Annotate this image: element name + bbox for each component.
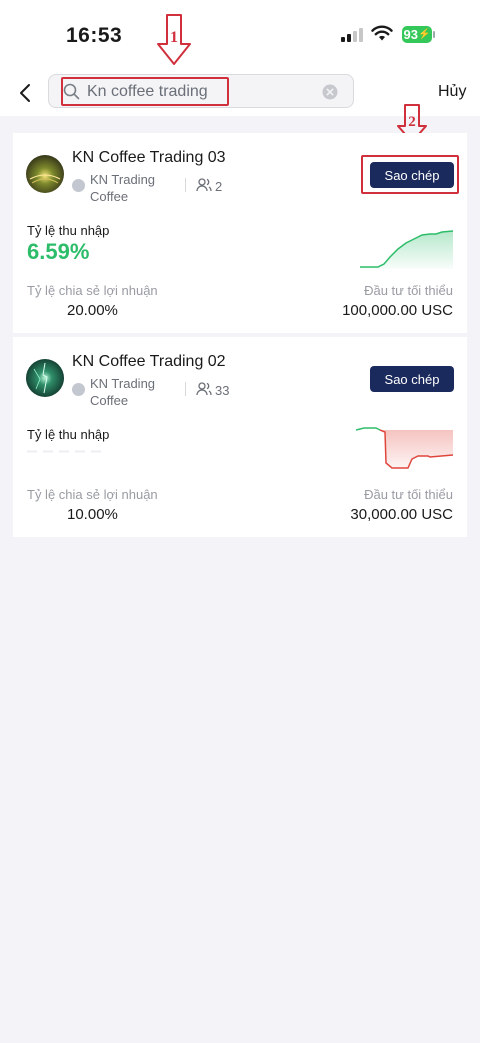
strategy-card[interactable]: KN Coffee Trading 02 KN Trading Coffee 3…: [13, 337, 467, 537]
strategy-title[interactable]: KN Coffee Trading 02: [72, 353, 226, 371]
profit-share-label: Tỷ lệ chia sẻ lợi nhuận: [27, 487, 158, 502]
search-input[interactable]: [87, 81, 307, 103]
clear-search-icon[interactable]: [322, 84, 338, 100]
battery-tip: [433, 31, 435, 38]
followers-icon: [196, 178, 212, 192]
owner-name: KN Trading Coffee: [90, 376, 156, 408]
search-box[interactable]: [48, 74, 354, 108]
wifi-icon: [371, 25, 393, 41]
strategy-title[interactable]: KN Coffee Trading 03: [72, 149, 226, 167]
followers-icon: [196, 382, 212, 396]
income-rate-value: 6.59%: [27, 239, 90, 264]
status-bar: 16:53 93 ⚡: [0, 0, 480, 70]
min-investment-label: Đầu tư tối thiểu: [364, 487, 453, 502]
battery-level: 93: [403, 27, 418, 42]
copy-button[interactable]: Sao chép: [370, 366, 454, 392]
min-investment-label: Đầu tư tối thiểu: [364, 283, 453, 298]
income-rate-placeholder: [27, 450, 102, 453]
profit-share-label: Tỷ lệ chia sẻ lợi nhuận: [27, 283, 158, 298]
performance-sparkline: [360, 230, 454, 269]
divider: [185, 178, 186, 192]
divider: [185, 382, 186, 396]
battery-icon: 93 ⚡: [402, 26, 432, 43]
user-avatar-icon: [72, 179, 85, 192]
signal-icon: [341, 28, 363, 42]
profit-share-value: 20.00%: [67, 302, 118, 319]
annotation-label-1: 1: [170, 29, 178, 46]
search-icon: [63, 83, 80, 100]
back-chevron-icon[interactable]: [14, 81, 38, 105]
annotation-label-2: 2: [408, 114, 416, 130]
min-investment-value: 100,000.00 USC: [342, 302, 453, 319]
status-time: 16:53: [66, 24, 123, 47]
performance-sparkline: [356, 427, 454, 469]
followers-count: 2: [215, 179, 223, 194]
income-rate-label: Tỷ lệ thu nhập: [27, 427, 110, 442]
strategy-avatar: [26, 359, 64, 397]
owner-name: KN Trading Coffee: [90, 172, 156, 204]
strategy-avatar: [26, 155, 64, 193]
cancel-button[interactable]: Hủy: [438, 83, 466, 101]
min-investment-value: 30,000.00 USC: [350, 506, 453, 523]
income-rate-label: Tỷ lệ thu nhập: [27, 223, 110, 238]
user-avatar-icon: [72, 383, 85, 396]
copy-button[interactable]: Sao chép: [370, 162, 454, 188]
strategy-card[interactable]: KN Coffee Trading 03 KN Trading Coffee 2…: [13, 133, 467, 333]
profit-share-value: 10.00%: [67, 506, 118, 523]
annotation-arrow-1: 1: [157, 14, 191, 65]
followers-count: 33: [215, 383, 230, 398]
